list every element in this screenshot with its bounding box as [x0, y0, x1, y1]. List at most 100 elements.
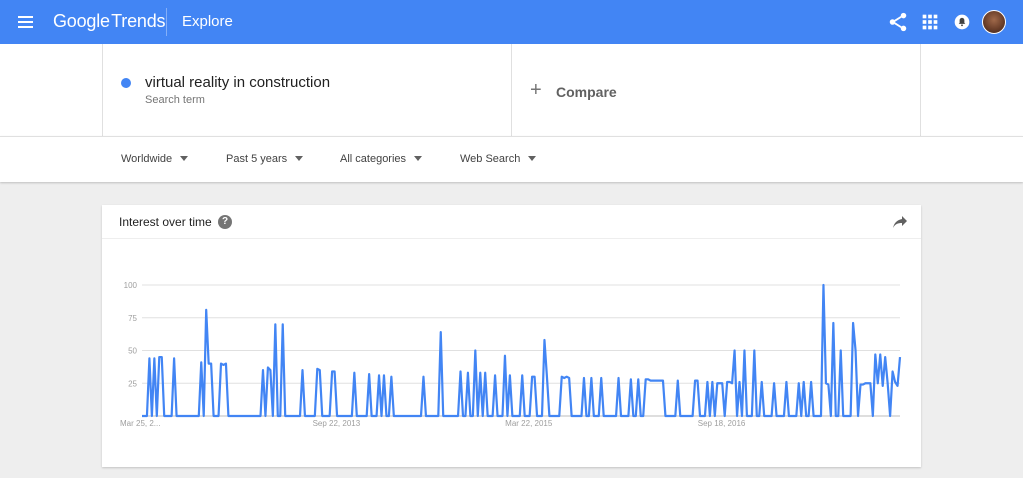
data-point[interactable]: [400, 415, 402, 417]
data-point[interactable]: [457, 415, 459, 417]
data-point[interactable]: [519, 415, 521, 417]
data-point[interactable]: [242, 415, 244, 417]
data-point[interactable]: [741, 415, 743, 417]
data-point[interactable]: [830, 415, 832, 417]
data-point[interactable]: [365, 415, 367, 417]
data-point[interactable]: [230, 415, 232, 417]
data-point[interactable]: [899, 356, 901, 358]
data-point[interactable]: [803, 381, 805, 383]
data-point[interactable]: [222, 364, 224, 366]
data-point[interactable]: [437, 415, 439, 417]
data-point[interactable]: [203, 415, 205, 417]
data-point[interactable]: [257, 415, 259, 417]
data-point[interactable]: [279, 415, 281, 417]
data-point[interactable]: [832, 322, 834, 324]
data-point[interactable]: [425, 415, 427, 417]
data-point[interactable]: [691, 415, 693, 417]
data-point[interactable]: [699, 415, 701, 417]
data-point[interactable]: [790, 415, 792, 417]
data-point[interactable]: [575, 415, 577, 417]
data-point[interactable]: [607, 415, 609, 417]
data-point[interactable]: [551, 415, 553, 417]
data-point[interactable]: [886, 382, 888, 384]
data-point[interactable]: [286, 415, 288, 417]
data-point[interactable]: [817, 415, 819, 417]
data-point[interactable]: [669, 415, 671, 417]
data-point[interactable]: [427, 415, 429, 417]
data-point[interactable]: [580, 415, 582, 417]
data-point[interactable]: [430, 415, 432, 417]
data-point[interactable]: [751, 415, 753, 417]
data-point[interactable]: [553, 415, 555, 417]
data-point[interactable]: [558, 415, 560, 417]
data-point[interactable]: [847, 415, 849, 417]
data-point[interactable]: [141, 415, 143, 417]
data-point[interactable]: [812, 415, 814, 417]
data-point[interactable]: [896, 385, 898, 387]
data-point[interactable]: [462, 415, 464, 417]
menu-icon[interactable]: [15, 11, 37, 33]
data-point[interactable]: [217, 415, 219, 417]
data-point[interactable]: [442, 415, 444, 417]
data-point[interactable]: [479, 372, 481, 374]
data-point[interactable]: [689, 415, 691, 417]
data-point[interactable]: [884, 356, 886, 358]
data-point[interactable]: [415, 415, 417, 417]
data-point[interactable]: [514, 415, 516, 417]
data-point[interactable]: [403, 415, 405, 417]
data-point[interactable]: [240, 415, 242, 417]
interest-line-chart[interactable]: 100 75 50 25 Mar 25, 2... Sep 22, 2013 Mar 22,…: [102, 239, 921, 467]
data-point[interactable]: [630, 378, 632, 380]
data-point[interactable]: [486, 415, 488, 417]
data-point[interactable]: [528, 415, 530, 417]
data-point[interactable]: [215, 415, 217, 417]
data-point[interactable]: [570, 415, 572, 417]
data-point[interactable]: [748, 415, 750, 417]
data-point[interactable]: [407, 415, 409, 417]
data-point[interactable]: [274, 323, 276, 325]
data-point[interactable]: [726, 381, 728, 383]
data-point[interactable]: [156, 415, 158, 417]
data-point[interactable]: [417, 415, 419, 417]
data-point[interactable]: [716, 382, 718, 384]
data-point[interactable]: [709, 415, 711, 417]
data-point[interactable]: [412, 415, 414, 417]
data-point[interactable]: [269, 369, 271, 371]
google-trends-logo[interactable]: Google Trends: [53, 11, 166, 32]
data-point[interactable]: [659, 379, 661, 381]
data-point[interactable]: [701, 415, 703, 417]
data-point[interactable]: [758, 415, 760, 417]
data-point[interactable]: [225, 362, 227, 364]
data-point[interactable]: [825, 382, 827, 384]
data-point[interactable]: [333, 370, 335, 372]
data-point[interactable]: [444, 415, 446, 417]
data-point[interactable]: [800, 415, 802, 417]
data-point[interactable]: [232, 415, 234, 417]
help-icon[interactable]: ?: [218, 215, 232, 229]
data-point[interactable]: [731, 382, 733, 384]
data-point[interactable]: [561, 376, 563, 378]
data-point[interactable]: [294, 415, 296, 417]
data-point[interactable]: [346, 415, 348, 417]
data-point[interactable]: [605, 415, 607, 417]
data-point[interactable]: [341, 415, 343, 417]
data-point[interactable]: [168, 415, 170, 417]
data-point[interactable]: [173, 357, 175, 359]
data-point[interactable]: [714, 415, 716, 417]
data-point[interactable]: [664, 415, 666, 417]
data-point[interactable]: [185, 415, 187, 417]
data-point[interactable]: [761, 381, 763, 383]
data-point[interactable]: [494, 374, 496, 376]
data-point[interactable]: [291, 415, 293, 417]
data-point[interactable]: [889, 415, 891, 417]
data-point[interactable]: [499, 415, 501, 417]
share-icon[interactable]: [887, 11, 909, 33]
data-point[interactable]: [195, 415, 197, 417]
data-point[interactable]: [326, 415, 328, 417]
search-term[interactable]: virtual reality in construction: [145, 74, 330, 91]
data-point[interactable]: [844, 415, 846, 417]
data-point[interactable]: [837, 415, 839, 417]
data-point[interactable]: [849, 415, 851, 417]
data-point[interactable]: [383, 374, 385, 376]
data-point[interactable]: [627, 415, 629, 417]
